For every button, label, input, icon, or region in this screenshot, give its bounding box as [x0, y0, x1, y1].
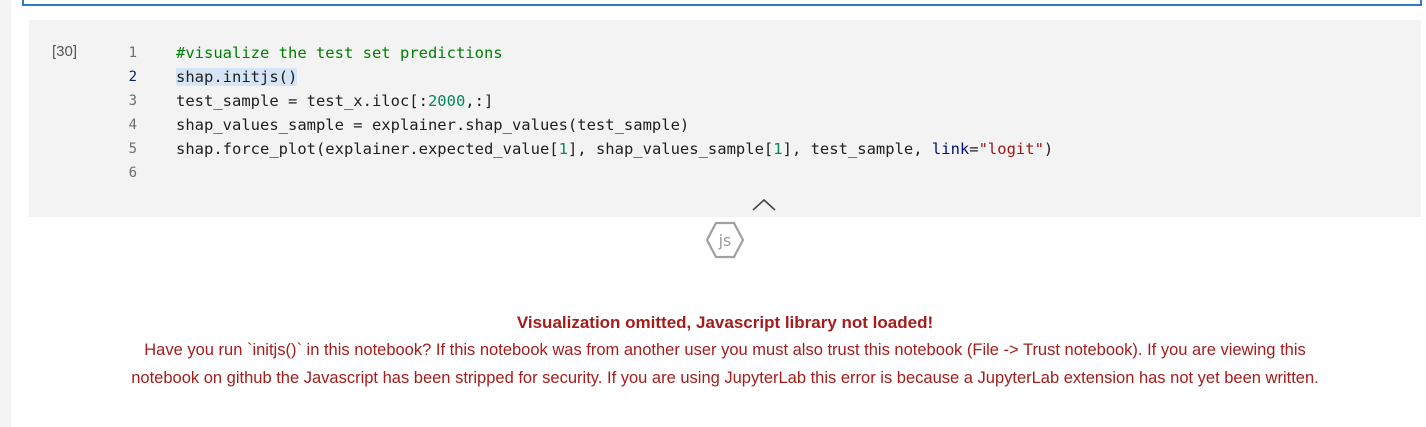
- line-number: 2: [128, 69, 137, 85]
- code-token: 1: [773, 140, 783, 158]
- chevron-up-icon[interactable]: [751, 196, 777, 212]
- code-token: shap.initjs(): [176, 68, 298, 86]
- code-token: shap_values_sample = explainer.shap_valu…: [176, 116, 690, 134]
- code-cell[interactable]: [30] 1 #visualize the test set prediction…: [29, 20, 1421, 217]
- line-number: 4: [128, 117, 137, 133]
- code-token: ,:]: [465, 92, 494, 110]
- code-text[interactable]: test_sample = test_x.iloc[:2000,:]: [176, 89, 493, 113]
- output-error-message-line-1: Have you run `initjs()` in this notebook…: [144, 341, 1306, 359]
- code-line[interactable]: 5 shap.force_plot(explainer.expected_valu…: [29, 137, 1421, 161]
- code-text[interactable]: shap.initjs(): [176, 65, 298, 89]
- code-line[interactable]: 1 #visualize the test set predictions: [29, 41, 1421, 65]
- code-token: "logit": [978, 140, 1044, 158]
- code-token: test_sample = test_x.iloc[:: [176, 92, 428, 110]
- line-number: 1: [128, 45, 137, 61]
- line-number: 5: [128, 141, 137, 157]
- output-error-title: Visualization omitted, Javascript librar…: [516, 313, 934, 332]
- code-token: #visualize the test set predictions: [176, 44, 503, 62]
- code-line[interactable]: 4 shap_values_sample = explainer.shap_val…: [29, 113, 1421, 137]
- code-token: shap.force_plot(explainer.expected_value…: [176, 140, 559, 158]
- line-number: 6: [128, 165, 137, 181]
- line-number: 3: [128, 93, 137, 109]
- code-token: link: [931, 140, 970, 158]
- code-token: 1: [558, 140, 568, 158]
- js-badge-label: js: [718, 231, 732, 250]
- left-gutter: [0, 0, 11, 427]
- code-token: 2000: [427, 92, 466, 110]
- js-icon: js: [705, 221, 745, 259]
- code-editor[interactable]: 1 #visualize the test set predictions 2 sha…: [29, 41, 1421, 185]
- code-token: ], shap_values_sample[: [567, 140, 774, 158]
- code-line[interactable]: 3 test_sample = test_x.iloc[:2000,:]: [29, 89, 1421, 113]
- code-text[interactable]: shap.force_plot(explainer.expected_value…: [176, 137, 1053, 161]
- code-token: ): [1043, 140, 1054, 158]
- code-text[interactable]: #visualize the test set predictions: [176, 41, 503, 65]
- code-token: =: [969, 140, 979, 158]
- code-line[interactable]: 6: [29, 161, 1421, 185]
- code-line[interactable]: 2 shap.initjs(): [29, 65, 1421, 89]
- code-text[interactable]: shap_values_sample = explainer.shap_valu…: [176, 113, 689, 137]
- output-area: Visualization omitted, Javascript librar…: [40, 310, 1410, 392]
- previous-cell-border[interactable]: [22, 0, 1422, 6]
- code-token: ], test_sample,: [782, 140, 932, 158]
- output-error-message-line-2: notebook on github the Javascript has be…: [131, 369, 1319, 387]
